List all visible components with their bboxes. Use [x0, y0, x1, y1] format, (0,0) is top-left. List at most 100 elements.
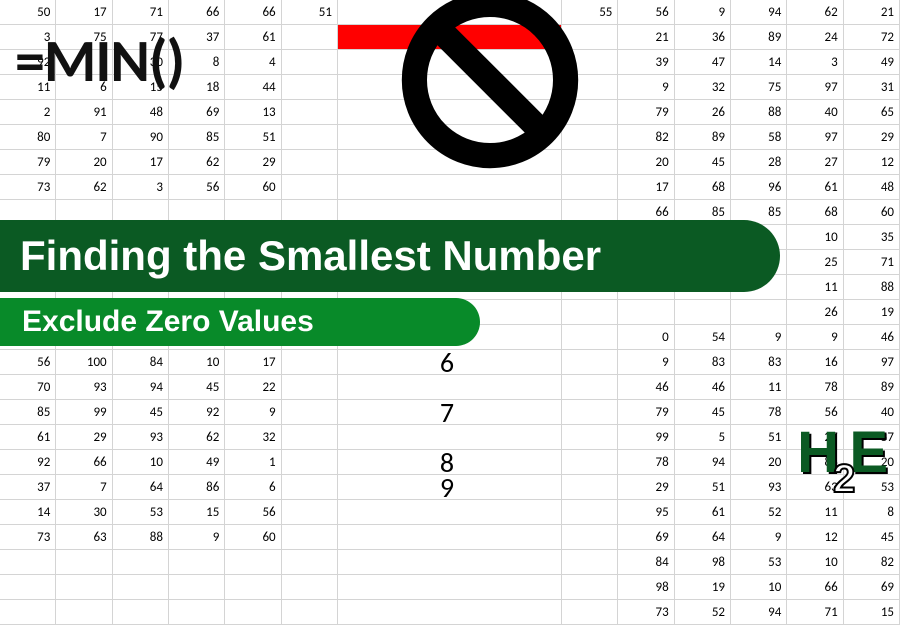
cell[interactable]: 89 [731, 25, 787, 50]
cell[interactable] [282, 150, 338, 175]
cell[interactable] [0, 600, 56, 625]
cell[interactable] [282, 400, 338, 425]
cell[interactable]: 4 [225, 50, 281, 75]
cell[interactable]: 93 [731, 475, 787, 500]
cell[interactable]: 9 [675, 0, 731, 25]
cell[interactable] [562, 425, 618, 450]
cell[interactable]: 27 [787, 150, 843, 175]
cell[interactable]: 11 [787, 500, 843, 525]
cell[interactable]: 0 [618, 325, 674, 350]
cell[interactable]: 78 [618, 450, 674, 475]
cell[interactable]: 20 [731, 450, 787, 475]
cell[interactable]: 46 [618, 375, 674, 400]
cell[interactable]: 62 [787, 0, 843, 25]
center-cell[interactable] [338, 525, 562, 550]
cell[interactable]: 73 [0, 175, 56, 200]
cell[interactable]: 54 [675, 325, 731, 350]
cell[interactable]: 70 [0, 375, 56, 400]
cell[interactable]: 63 [56, 525, 112, 550]
cell[interactable]: 99 [618, 425, 674, 450]
cell[interactable]: 65 [844, 100, 900, 125]
cell[interactable]: 10 [787, 225, 843, 250]
cell[interactable]: 94 [731, 0, 787, 25]
cell[interactable] [282, 75, 338, 100]
cell[interactable]: 92 [0, 450, 56, 475]
cell[interactable] [282, 50, 338, 75]
cell[interactable]: 56 [169, 175, 225, 200]
center-cell[interactable] [338, 500, 562, 525]
cell[interactable]: 51 [731, 425, 787, 450]
cell[interactable]: 9 [618, 75, 674, 100]
cell[interactable]: 91 [56, 100, 112, 125]
cell[interactable]: 56 [0, 350, 56, 375]
cell[interactable]: 37 [0, 475, 56, 500]
cell[interactable]: 56 [618, 0, 674, 25]
center-cell[interactable]: 7 [338, 400, 562, 425]
cell[interactable]: 20 [618, 150, 674, 175]
cell[interactable] [113, 600, 169, 625]
cell[interactable]: 62 [169, 150, 225, 175]
cell[interactable]: 14 [0, 500, 56, 525]
cell[interactable]: 94 [113, 375, 169, 400]
cell[interactable]: 92 [169, 400, 225, 425]
cell[interactable]: 85 [0, 400, 56, 425]
cell[interactable]: 29 [844, 125, 900, 150]
cell[interactable] [562, 350, 618, 375]
cell[interactable]: 9 [731, 325, 787, 350]
cell[interactable]: 64 [113, 475, 169, 500]
cell[interactable]: 45 [675, 150, 731, 175]
cell[interactable] [282, 475, 338, 500]
cell[interactable] [113, 575, 169, 600]
cell[interactable]: 31 [844, 75, 900, 100]
cell[interactable] [0, 575, 56, 600]
cell[interactable]: 16 [787, 350, 843, 375]
cell[interactable]: 51 [675, 475, 731, 500]
cell[interactable]: 19 [844, 300, 900, 325]
cell[interactable]: 36 [675, 25, 731, 50]
cell[interactable]: 93 [56, 375, 112, 400]
cell[interactable]: 21 [844, 0, 900, 25]
cell[interactable]: 73 [618, 600, 674, 625]
cell[interactable]: 49 [844, 50, 900, 75]
cell[interactable]: 99 [56, 400, 112, 425]
cell[interactable]: 78 [787, 375, 843, 400]
center-cell[interactable] [338, 600, 562, 625]
cell[interactable] [56, 575, 112, 600]
cell[interactable]: 66 [56, 450, 112, 475]
cell[interactable]: 88 [731, 100, 787, 125]
cell[interactable]: 75 [731, 75, 787, 100]
cell[interactable]: 79 [0, 150, 56, 175]
cell[interactable]: 8 [844, 500, 900, 525]
cell[interactable]: 26 [675, 100, 731, 125]
cell[interactable]: 3 [787, 50, 843, 75]
cell[interactable]: 86 [169, 475, 225, 500]
center-cell[interactable]: 9 [338, 475, 562, 500]
cell[interactable]: 29 [225, 150, 281, 175]
cell[interactable]: 32 [675, 75, 731, 100]
cell[interactable] [282, 450, 338, 475]
cell[interactable]: 71 [844, 250, 900, 275]
cell[interactable] [282, 175, 338, 200]
cell[interactable] [225, 600, 281, 625]
cell[interactable] [113, 550, 169, 575]
cell[interactable] [562, 450, 618, 475]
cell[interactable]: 35 [844, 225, 900, 250]
cell[interactable]: 48 [113, 100, 169, 125]
cell[interactable]: 3 [113, 175, 169, 200]
cell[interactable]: 32 [225, 425, 281, 450]
cell[interactable]: 17 [225, 350, 281, 375]
cell[interactable]: 17 [618, 175, 674, 200]
cell[interactable]: 29 [56, 425, 112, 450]
cell[interactable] [169, 550, 225, 575]
cell[interactable] [562, 500, 618, 525]
cell[interactable] [56, 550, 112, 575]
cell[interactable] [282, 25, 338, 50]
cell[interactable]: 10 [787, 550, 843, 575]
cell[interactable]: 1 [225, 450, 281, 475]
cell[interactable]: 97 [787, 125, 843, 150]
cell[interactable]: 52 [675, 600, 731, 625]
cell[interactable]: 7 [56, 125, 112, 150]
cell[interactable] [562, 400, 618, 425]
cell[interactable]: 11 [731, 375, 787, 400]
cell[interactable] [562, 575, 618, 600]
